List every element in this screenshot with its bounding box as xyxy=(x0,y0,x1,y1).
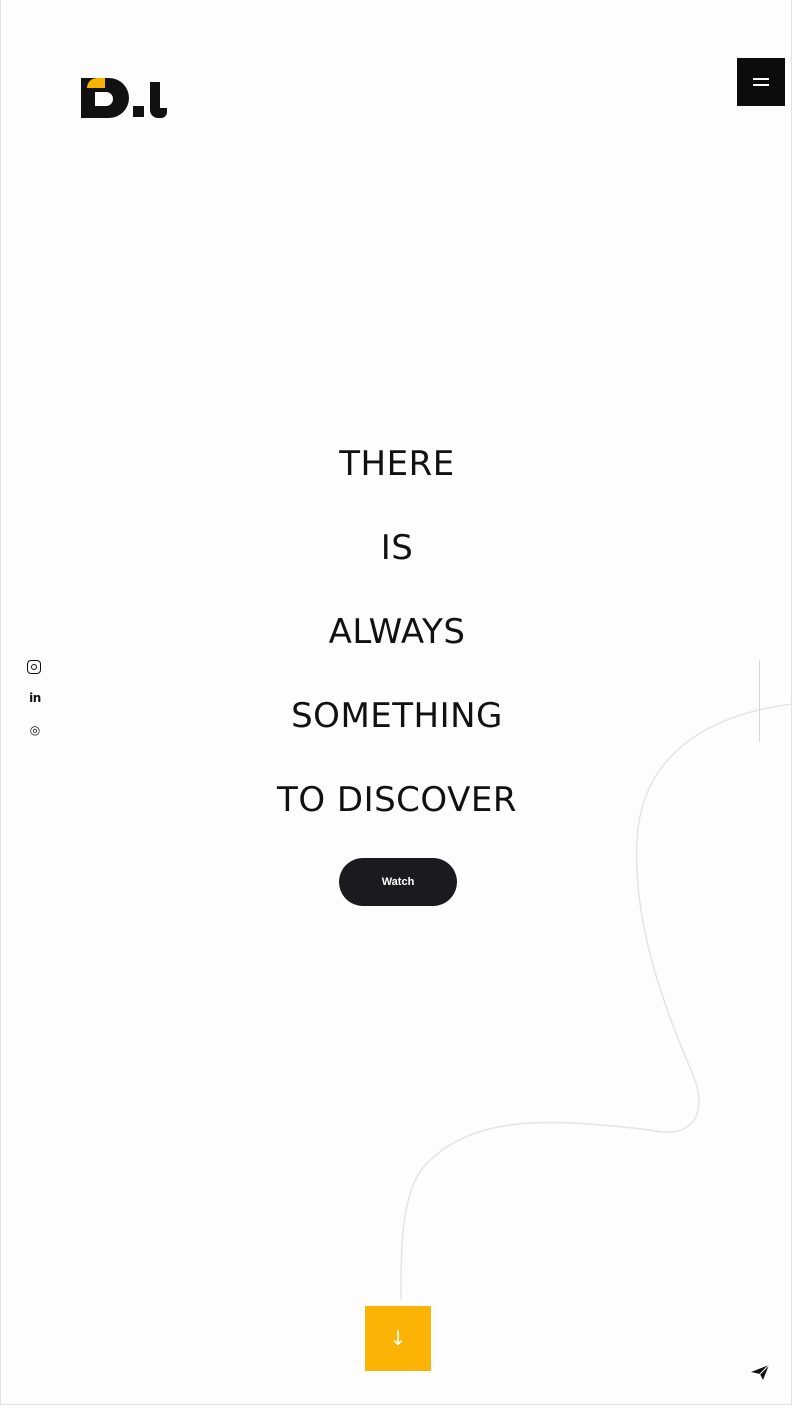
logo-dot xyxy=(133,106,144,117)
menu-button[interactable] xyxy=(737,58,785,106)
hero-line-2: IS xyxy=(380,528,414,568)
hamburger-icon-bar xyxy=(753,78,769,80)
logo-letter-d-counter xyxy=(95,92,113,106)
logo-letter-l-foot xyxy=(153,108,167,118)
hamburger-icon-bar xyxy=(753,84,769,86)
watch-button[interactable]: Watch xyxy=(339,858,457,906)
hero-line-1: THERE xyxy=(339,444,455,484)
hero-line-3: ALWAYS xyxy=(328,612,466,652)
hero-line-5: TO DISCOVER xyxy=(277,780,517,820)
logo-accent-mark xyxy=(87,78,105,88)
paper-plane-icon xyxy=(751,1364,770,1380)
scroll-down-button[interactable]: ↓ xyxy=(365,1306,431,1371)
hero-line-4: SOMETHING xyxy=(291,696,503,736)
arrow-down-icon: ↓ xyxy=(389,1326,407,1350)
site-logo[interactable] xyxy=(81,76,167,120)
page-frame: in ◎ THERE IS ALWAYS SOMETHING TO DISCOV… xyxy=(0,0,792,1405)
send-button[interactable] xyxy=(749,1362,771,1382)
hero-headline: THERE IS ALWAYS SOMETHING TO DISCOVER xyxy=(1,428,791,848)
